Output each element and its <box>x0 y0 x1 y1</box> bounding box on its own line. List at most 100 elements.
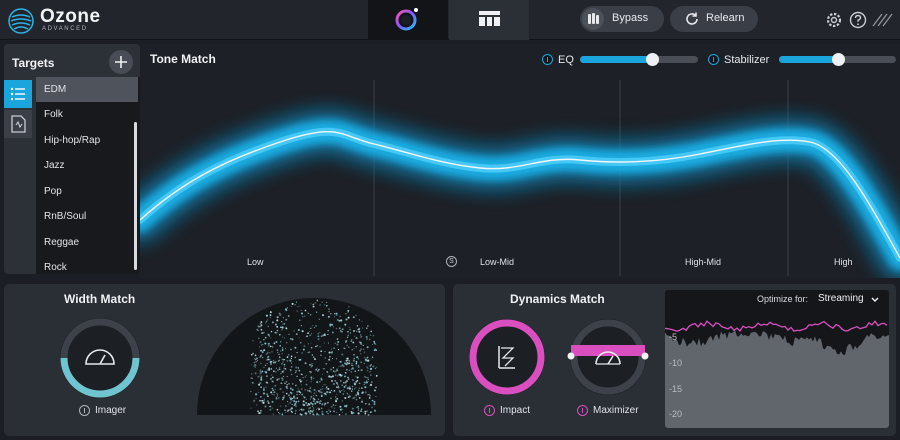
target-item-edm[interactable]: EDM <box>36 77 138 102</box>
vectorscope-dot <box>345 313 347 315</box>
eq-power-icon[interactable] <box>542 54 553 65</box>
vectorscope-dot <box>260 344 262 346</box>
vectorscope-dot <box>352 359 355 362</box>
vectorscope-dot <box>334 396 337 398</box>
vectorscope-dot <box>351 387 353 389</box>
vectorscope-dot <box>328 351 331 354</box>
imager-power-icon[interactable] <box>79 405 90 416</box>
target-item-folk[interactable]: Folk <box>36 102 138 127</box>
vectorscope-dot <box>331 350 333 353</box>
impact-knob-bg <box>469 319 545 395</box>
bypass-toggle[interactable] <box>582 8 604 30</box>
vectorscope-dot <box>257 410 259 413</box>
stabilizer-power-icon[interactable] <box>708 54 719 65</box>
solo-icon[interactable]: S <box>446 256 457 267</box>
tab-genre-list[interactable] <box>4 80 32 108</box>
eq-slider-knob[interactable] <box>646 53 659 66</box>
vectorscope-dot <box>353 357 356 360</box>
maximizer-handle-left[interactable] <box>567 352 575 360</box>
vectorscope-dot <box>281 358 283 360</box>
vectorscope-dot <box>269 345 272 348</box>
target-item-hip-hop[interactable]: Hip-hop/Rap <box>36 128 138 153</box>
vectorscope-dot <box>351 385 354 388</box>
vectorscope-dot <box>334 312 336 315</box>
target-item-rnb[interactable]: RnB/Soul <box>36 204 138 229</box>
izotope-logo-icon[interactable] <box>870 10 896 30</box>
impact-power-icon[interactable] <box>484 405 495 416</box>
vectorscope-dot <box>351 362 353 365</box>
vectorscope-dot <box>333 390 336 392</box>
add-target-button[interactable] <box>109 50 133 74</box>
tab-modules[interactable] <box>449 0 529 40</box>
vectorscope-dot <box>254 364 257 367</box>
vectorscope-dot <box>261 354 263 356</box>
tab-master-assistant[interactable] <box>368 0 448 40</box>
maximizer-ceiling-band[interactable] <box>571 345 645 356</box>
vectorscope-dot <box>255 361 257 363</box>
vectorscope-dot <box>324 304 326 306</box>
vectorscope-dot <box>290 305 292 307</box>
vectorscope-dot <box>363 381 366 384</box>
vectorscope-dot <box>312 397 315 400</box>
vectorscope-dot <box>332 326 335 328</box>
vectorscope-dot <box>320 407 323 410</box>
vectorscope-dot <box>347 331 349 333</box>
vectorscope-dot <box>356 356 359 359</box>
relearn-button[interactable]: Relearn <box>670 6 758 32</box>
vectorscope-dot <box>314 302 316 304</box>
vectorscope-dot <box>270 363 272 365</box>
vectorscope-dot <box>330 313 332 315</box>
vectorscope-dot <box>371 399 374 402</box>
vectorscope-dot <box>351 349 353 351</box>
app-name: Ozone <box>40 6 101 27</box>
vectorscope-dot <box>330 368 333 371</box>
target-item-rock[interactable]: Rock <box>36 255 138 274</box>
help-icon[interactable] <box>848 10 868 30</box>
target-item-pop[interactable]: Pop <box>36 179 138 204</box>
vectorscope-dot <box>265 322 267 324</box>
vectorscope-dot <box>333 407 336 409</box>
stabilizer-slider[interactable] <box>779 53 896 66</box>
maximizer-handle-right[interactable] <box>641 352 649 360</box>
vectorscope-dot <box>356 328 358 331</box>
vectorscope-dot <box>274 360 277 363</box>
tab-reference-file[interactable] <box>4 110 32 138</box>
vectorscope-dot <box>321 388 324 390</box>
vectorscope-dot <box>296 310 298 312</box>
maximizer-power-icon[interactable] <box>577 405 588 416</box>
target-item-reggae[interactable]: Reggae <box>36 230 138 255</box>
vectorscope-dot <box>271 407 274 409</box>
chevron-down-icon[interactable] <box>870 295 880 305</box>
vectorscope-dot <box>310 402 313 404</box>
vectorscope-dot <box>293 400 296 403</box>
width-match-graphics <box>60 298 431 416</box>
vectorscope-dot <box>326 391 329 394</box>
vectorscope-dot <box>276 316 279 319</box>
bypass-button[interactable]: Bypass <box>580 6 664 32</box>
vectorscope-dot <box>356 395 358 397</box>
vectorscope-dot <box>314 358 316 361</box>
target-list-scrollbar[interactable] <box>134 122 137 270</box>
vectorscope-dot <box>295 333 298 336</box>
vectorscope-dot <box>288 396 291 399</box>
imager-label: Imager <box>95 405 127 416</box>
vectorscope-dot <box>351 407 354 410</box>
gear-icon[interactable] <box>824 10 844 30</box>
vectorscope-dot <box>326 410 328 413</box>
vectorscope-dot <box>341 330 343 333</box>
vectorscope-dot <box>322 368 325 370</box>
tone-match-curve[interactable] <box>140 44 900 278</box>
vectorscope-dot <box>259 373 262 375</box>
vectorscope-dot <box>323 342 325 344</box>
vectorscope-dot <box>267 345 270 347</box>
optimize-dropdown[interactable]: Streaming <box>818 293 864 304</box>
vectorscope-dot <box>368 393 370 395</box>
vectorscope-dot <box>294 409 297 412</box>
eq-slider[interactable] <box>580 53 698 66</box>
stabilizer-slider-knob[interactable] <box>832 53 845 66</box>
vectorscope-dot <box>259 341 262 344</box>
vectorscope-dot <box>325 387 328 390</box>
target-item-jazz[interactable]: Jazz <box>36 153 138 178</box>
vectorscope-dot <box>262 343 264 346</box>
vectorscope-dot <box>264 342 267 345</box>
